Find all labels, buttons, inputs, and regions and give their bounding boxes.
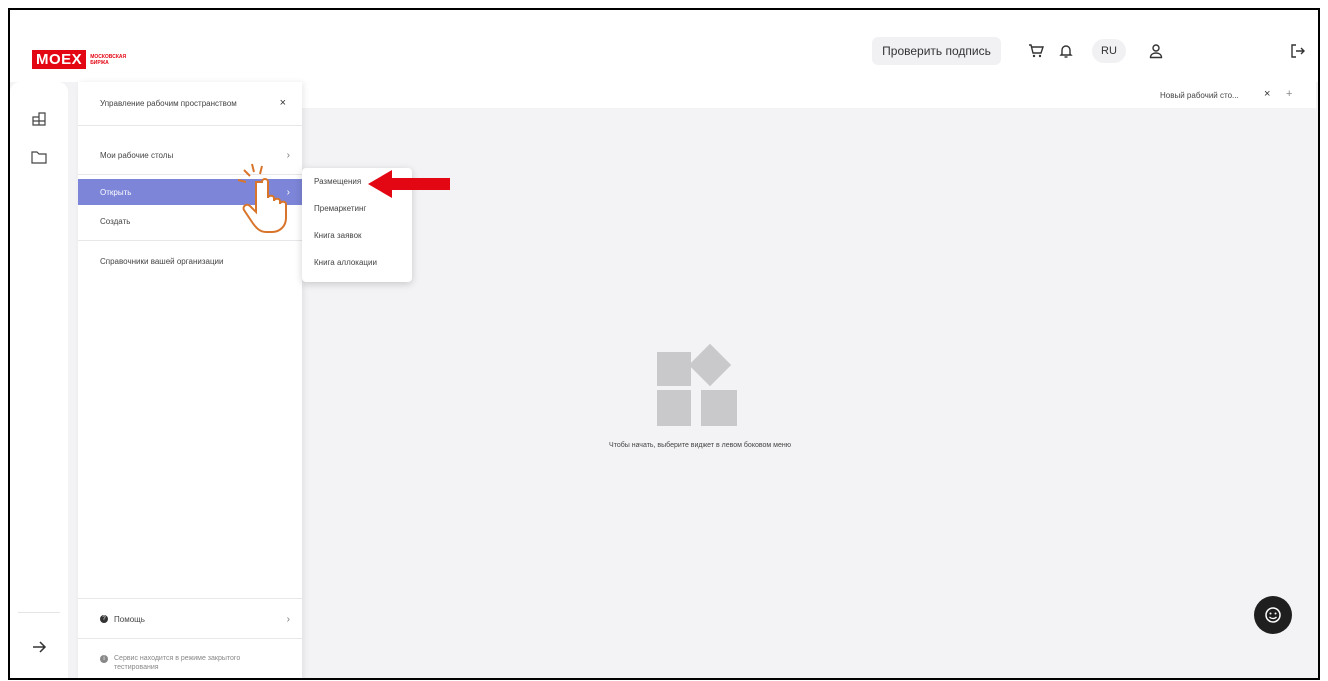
- top-header: MOEX МОСКОВСКАЯ БИРЖА Проверить подпись …: [10, 10, 1318, 82]
- empty-state-text: Чтобы начать, выберите виджет в левом бо…: [609, 442, 791, 449]
- menu-item-help[interactable]: ? Помощь ›: [78, 602, 302, 636]
- help-label: Помощь: [114, 614, 145, 624]
- menu-item-label: Создать: [100, 216, 131, 226]
- widgets-placeholder-icon: [655, 340, 745, 430]
- tab-add-icon[interactable]: +: [1286, 88, 1292, 100]
- logo-text: MOEX: [32, 50, 87, 69]
- expand-arrow-icon[interactable]: [30, 638, 48, 656]
- info-icon: i: [100, 655, 108, 663]
- menu-item-label: Справочники вашей организации: [100, 256, 224, 266]
- menu-item-label: Открыть: [100, 187, 132, 197]
- check-signature-button[interactable]: Проверить подпись: [872, 37, 1001, 65]
- menu-item-org-references[interactable]: Справочники вашей организации: [78, 248, 302, 274]
- widgets-icon[interactable]: [30, 110, 48, 128]
- user-icon[interactable]: [1146, 41, 1166, 61]
- language-switch[interactable]: RU: [1092, 39, 1126, 63]
- folder-icon[interactable]: [30, 148, 48, 166]
- panel-title-text: Управление рабочим пространством: [100, 99, 237, 108]
- pointing-hand-icon: [232, 162, 302, 239]
- help-icon: ?: [100, 615, 108, 623]
- tab-close-icon[interactable]: ×: [1264, 88, 1270, 100]
- chat-support-button[interactable]: [1254, 596, 1292, 634]
- panel-title: Управление рабочим пространством ×: [78, 82, 302, 126]
- logo-subtitle: МОСКОВСКАЯ БИРЖА: [90, 53, 127, 66]
- divider: [78, 240, 302, 241]
- chevron-right-icon: ›: [286, 613, 290, 625]
- closed-testing-notice: i Сервис находится в режиме закрытого те…: [100, 654, 280, 672]
- rail-divider: [18, 612, 60, 613]
- left-rail: [10, 82, 68, 678]
- menu-item-label: Мои рабочие столы: [100, 150, 174, 160]
- panel-close-icon[interactable]: ×: [280, 97, 286, 109]
- status-text: Сервис находится в режиме закрытого тест…: [114, 655, 241, 671]
- submenu-item-allocation-book[interactable]: Книга аллокации: [302, 249, 412, 275]
- smile-icon: [1265, 607, 1281, 623]
- divider: [78, 598, 302, 599]
- cart-icon[interactable]: [1026, 41, 1046, 61]
- app-window: MOEX МОСКОВСКАЯ БИРЖА Проверить подпись …: [8, 8, 1320, 680]
- divider: [78, 638, 302, 639]
- chevron-right-icon: ›: [286, 149, 290, 161]
- tab-bar: Новый рабочий сто... × +: [302, 82, 1316, 108]
- bell-icon[interactable]: [1056, 41, 1076, 61]
- tab-new-workspace[interactable]: Новый рабочий сто... × +: [1152, 82, 1308, 108]
- moex-logo[interactable]: MOEX МОСКОВСКАЯ БИРЖА: [32, 50, 130, 69]
- tab-label: Новый рабочий сто...: [1160, 90, 1239, 100]
- arrow-left-icon: [368, 170, 452, 203]
- submenu-item-order-book[interactable]: Книга заявок: [302, 222, 412, 248]
- logout-icon[interactable]: [1288, 41, 1308, 61]
